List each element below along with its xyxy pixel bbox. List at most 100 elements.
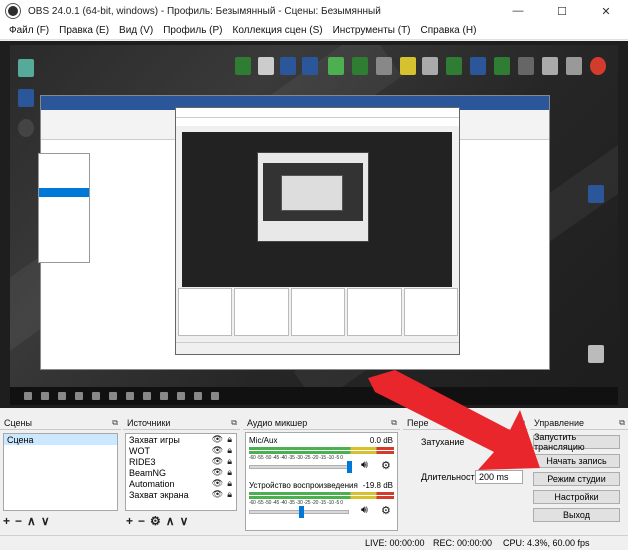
menu-help[interactable]: Справка (H) [416,25,482,36]
start-recording-button[interactable]: Начать запись [533,454,620,468]
close-button[interactable]: ✕ [584,0,628,22]
add-scene-button[interactable]: + [3,515,10,527]
taskbar-icon [58,392,66,400]
nested-notepad-window [38,153,90,263]
eye-icon[interactable]: 👁 [212,445,223,456]
nested-obs-menubar [176,118,459,126]
desktop-taskbar [10,387,618,405]
nested-obs-docks [178,288,459,336]
desktop-icon [566,57,582,75]
remove-source-button[interactable]: − [138,515,145,527]
add-source-button[interactable]: + [126,515,133,527]
menu-tools[interactable]: Инструменты (T) [328,25,416,36]
desktop-icon [446,57,462,75]
lock-icon[interactable]: 🔒︎ [227,445,232,456]
desktop-icon [588,185,604,203]
move-down-icon[interactable]: ∨ [180,515,189,527]
gear-icon[interactable]: ⚙ [381,504,391,517]
desktop-icon [18,59,34,77]
menu-profile[interactable]: Профиль (P) [158,25,227,36]
source-item[interactable]: Захват экрана 👁 🔒︎ [126,489,236,500]
desktop-icon [328,57,344,75]
preview-canvas[interactable] [10,45,618,405]
desktop-icon [494,57,510,75]
float-dock-icon[interactable]: ⧉ [619,418,625,428]
studio-mode-button[interactable]: Режим студии [533,472,620,486]
meter-scale: -60 -55 -50 -45 -40 -35 -30 -25 -20 -15 … [249,455,343,461]
recycle-bin-icon [588,345,604,363]
sources-list[interactable]: Захват игры 👁 🔒︎ WOT 👁 🔒︎ RIDE3 👁 🔒︎ BeamNG… [125,433,237,511]
volume-meter [249,492,394,495]
eye-icon[interactable]: 👁 [212,467,223,478]
float-dock-icon[interactable]: ⧉ [391,418,397,428]
volume-meter [249,451,394,454]
taskbar-icon [126,392,134,400]
channel-name: Mic/Aux [249,436,278,445]
exit-button[interactable]: Выход [533,508,620,522]
gear-icon[interactable]: ⚙ [381,459,391,472]
eye-icon[interactable]: 👁 [212,456,223,467]
channel-name: Устройство воспроизведения [249,481,358,490]
scene-item[interactable]: Сцена [4,434,117,445]
source-item[interactable]: Automation 👁 🔒︎ [126,478,236,489]
lock-icon[interactable]: 🔒︎ [227,456,232,467]
nested-obs-window-3 [281,175,343,211]
maximize-button[interactable]: ☐ [540,0,584,22]
lock-icon[interactable]: 🔒︎ [227,467,232,478]
move-up-icon[interactable]: ∧ [166,515,175,527]
volume-slider-handle[interactable] [347,461,352,473]
eye-icon[interactable]: 👁 [212,489,223,500]
menu-scene-collection[interactable]: Коллекция сцен (S) [228,25,328,36]
start-streaming-button[interactable]: Запустить трансляцию [533,432,620,452]
lock-icon[interactable]: 🔒︎ [227,478,232,489]
duration-spinbox[interactable]: 200 ms [475,470,523,484]
source-item-label: BeamNG [129,467,167,478]
move-down-icon[interactable]: ∨ [41,515,50,527]
mixer-panel: Mic/Aux 0.0 dB -60 -55 -50 -45 -40 -35 -… [245,432,398,531]
scenes-list[interactable]: Сцена [3,433,118,511]
desktop-icon [280,57,296,75]
speaker-icon[interactable]: 🔊︎ [361,504,368,517]
eye-icon[interactable]: 👁 [212,434,223,445]
source-item[interactable]: Захват игры 👁 🔒︎ [126,434,236,445]
volume-slider[interactable] [249,465,349,469]
volume-meter [249,447,394,450]
float-dock-icon[interactable]: ⧉ [519,418,525,428]
fade-label: Затухание [421,437,465,447]
menu-file[interactable]: Файл (F) [4,25,54,36]
nested-obs-statusbar [176,342,459,354]
transitions-dock-title: Пере ⧉ [403,417,528,430]
source-item[interactable]: BeamNG 👁 🔒︎ [126,467,236,478]
source-item-label: Захват игры [129,434,180,445]
lock-icon[interactable]: 🔒︎ [227,489,232,500]
nested-dock [403,288,459,336]
nested-obs-preview-2 [263,163,363,221]
cpu-fps: CPU: 4.3%, 60.00 fps [503,538,590,548]
scene-item-label: Сцена [7,434,34,445]
gear-icon[interactable]: ⚙ [150,515,161,527]
speaker-icon[interactable]: 🔊︎ [361,459,368,472]
remove-scene-button[interactable]: − [15,515,22,527]
window-controls: — ☐ ✕ [496,0,628,22]
taskbar-icon [160,392,168,400]
float-dock-icon[interactable]: ⧉ [112,418,118,428]
sources-title: Источники [127,418,171,428]
source-item-label: RIDE3 [129,456,156,467]
settings-button[interactable]: Настройки [533,490,620,504]
transitions-dock: Пере ⧉ Затухание Длительность 200 ms [403,417,528,532]
scenes-title: Сцены [4,418,32,428]
source-item[interactable]: RIDE3 👁 🔒︎ [126,456,236,467]
eye-icon[interactable]: 👁 [212,478,223,489]
menu-edit[interactable]: Правка (E) [54,25,114,36]
move-up-icon[interactable]: ∧ [27,515,36,527]
source-item[interactable]: WOT 👁 🔒︎ [126,445,236,456]
nested-dock [290,288,346,336]
desktop-icon [542,57,558,75]
minimize-button[interactable]: — [496,0,540,22]
float-dock-icon[interactable]: ⧉ [231,418,237,428]
mixer-dock-title: Аудио микшер ⧉ [243,417,400,430]
lock-icon[interactable]: 🔒︎ [227,434,232,445]
menu-view[interactable]: Вид (V) [114,25,158,36]
nested-dock [347,288,402,336]
volume-slider-handle[interactable] [299,506,304,518]
